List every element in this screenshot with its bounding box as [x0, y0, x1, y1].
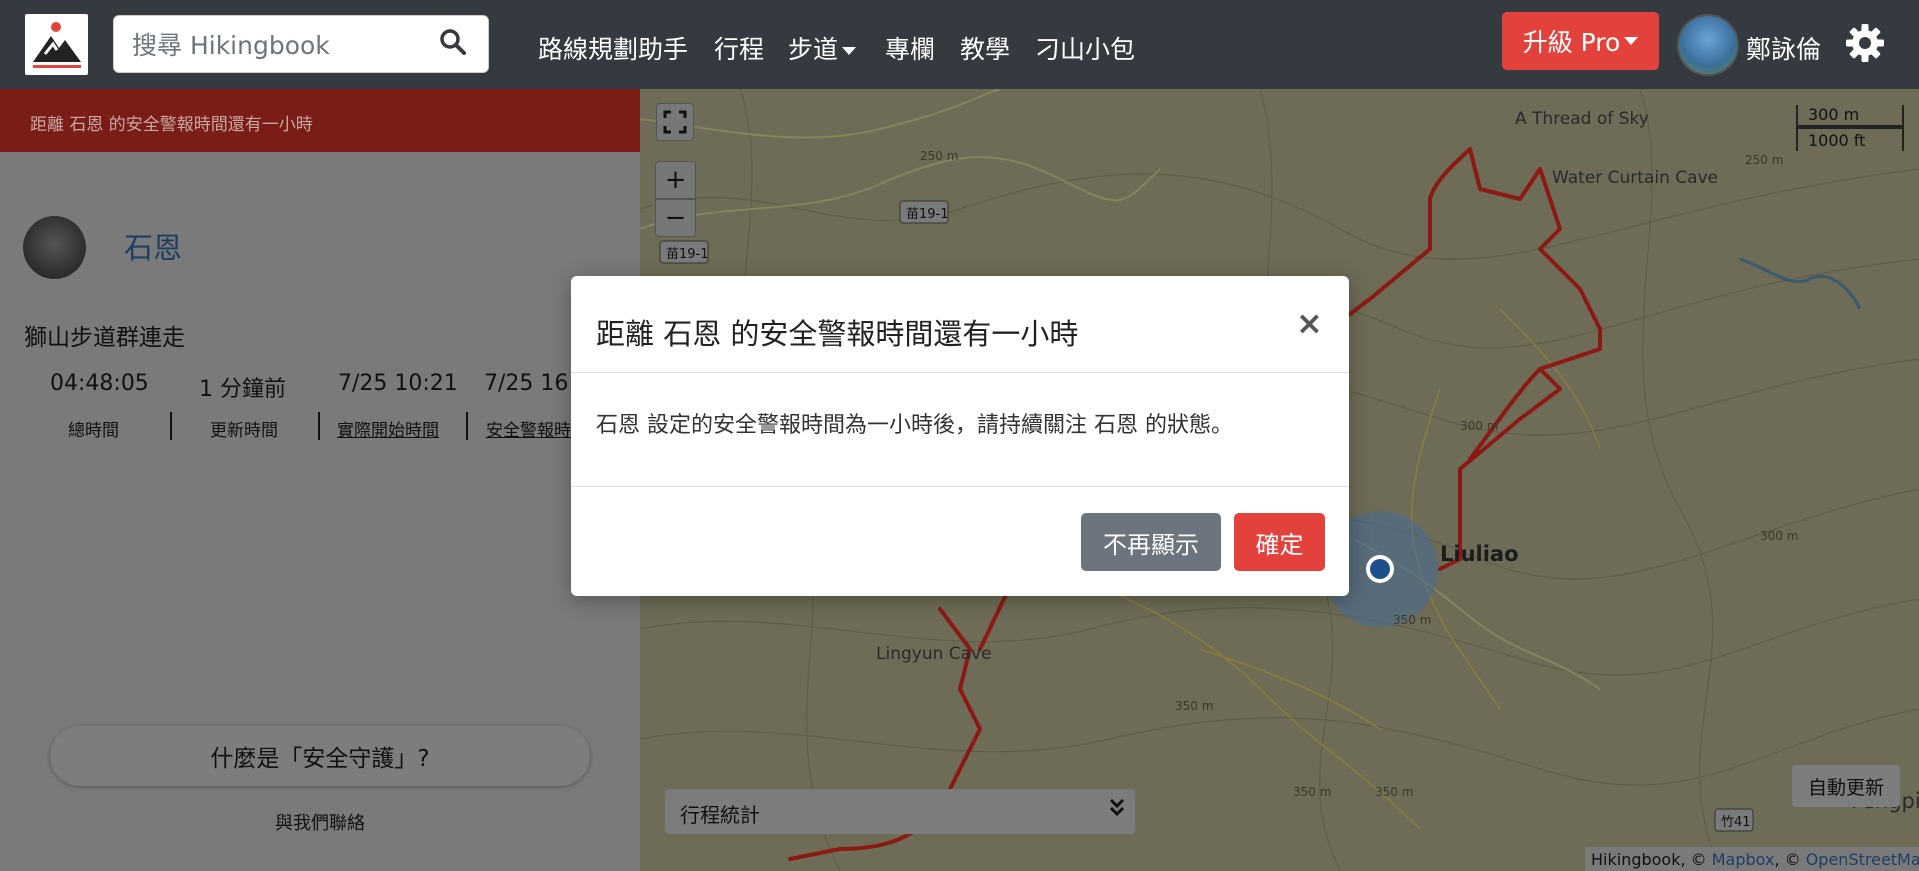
nav-route-planner[interactable]: 路線規劃助手: [538, 30, 688, 66]
modal-divider: [571, 372, 1349, 373]
fullscreen-button[interactable]: [656, 103, 694, 141]
guardian-panel: 距離 石恩 的安全警報時間還有一小時 石恩 獅山步道群連走 04:48:05 總…: [0, 89, 640, 871]
hikingbook-logo[interactable]: [25, 14, 88, 75]
dont-show-again-label: 不再顯示: [1103, 530, 1199, 559]
user-avatar[interactable]: [1677, 14, 1739, 76]
map-scale: 300 m 1000 ft: [1796, 103, 1904, 153]
contact-us-link[interactable]: 與我們聯絡: [0, 809, 640, 835]
stat-alert-label[interactable]: 安全警報時: [486, 416, 571, 441]
alert-text: 距離 石恩 的安全警報時間還有一小時: [30, 115, 313, 135]
search-icon[interactable]: [440, 29, 466, 55]
confirm-label: 確定: [1255, 530, 1304, 559]
auto-update-label: 自動更新: [1807, 776, 1884, 799]
trip-stats-label: 行程統計: [680, 803, 760, 827]
search-input[interactable]: [132, 30, 432, 60]
contour-label: 350 m: [1393, 613, 1432, 627]
hiker-name-link[interactable]: 石恩: [124, 225, 182, 267]
modal-title: 距離 石恩 的安全警報時間還有一小時: [596, 317, 1079, 351]
stat-divider: [466, 412, 468, 440]
poi-water-curtain-cave: Water Curtain Cave: [1552, 168, 1719, 188]
attribution-mid: , ©: [1774, 850, 1801, 869]
caret-down-icon: [1624, 37, 1639, 45]
contour-label: 250 m: [1745, 153, 1784, 167]
contour-label: 350 m: [1293, 785, 1332, 799]
stat-total-time-label: 總時間: [68, 421, 119, 441]
road-sign-miao19-1: 苗19-1: [906, 207, 949, 222]
zoom-in-button[interactable]: +: [655, 161, 696, 199]
contour-label: 250 m: [920, 149, 959, 163]
stat-alert-value: 7/25 16:: [484, 371, 576, 396]
hiker-avatar: [23, 216, 86, 279]
contour-label: 300 m: [1460, 419, 1499, 433]
modal-divider: [571, 486, 1349, 487]
poi-liuliao: Liuliao: [1440, 542, 1519, 566]
safety-alert-modal: 距離 石恩 的安全警報時間還有一小時 × 石恩 設定的安全警報時間為一小時後，請…: [571, 276, 1349, 596]
upgrade-pro-label: 升級 Pro: [1522, 28, 1621, 57]
nav-columns[interactable]: 專欄: [885, 30, 935, 66]
stat-start-label[interactable]: 實際開始時間: [337, 416, 439, 441]
nav-tutorials[interactable]: 教學: [960, 30, 1010, 66]
zoom-in-icon: +: [664, 165, 687, 195]
stat-total-time-value: 04:48:05: [50, 371, 149, 396]
top-navbar: 路線規劃助手 行程 步道 專欄 教學 刁山小包 升級 Pro 鄭詠倫: [0, 0, 1919, 89]
what-is-guardian-button[interactable]: 什麼是「安全守護」?: [50, 726, 590, 786]
openstreetmap-link[interactable]: OpenStreetMap: [1806, 850, 1919, 869]
user-name[interactable]: 鄭詠倫: [1746, 30, 1821, 66]
trip-stats-dropdown[interactable]: 行程統計: [665, 789, 1135, 834]
zoom-out-icon: −: [664, 203, 687, 233]
zoom-out-button[interactable]: −: [655, 199, 696, 237]
contour-label: 350 m: [1175, 699, 1214, 713]
road-sign-miao19-1-b: 苗19-1: [666, 247, 709, 262]
stat-start-value: 7/25 10:21: [338, 371, 458, 396]
faq-label: 什麼是「安全守護」?: [210, 746, 430, 772]
mapbox-link[interactable]: Mapbox: [1712, 850, 1775, 869]
gear-icon[interactable]: [1845, 23, 1885, 63]
confirm-button[interactable]: 確定: [1234, 513, 1325, 571]
auto-update-button[interactable]: 自動更新: [1792, 765, 1900, 807]
stat-updated-label: 更新時間: [210, 421, 278, 441]
nav-trails-dropdown[interactable]: 步道: [788, 30, 857, 66]
contour-label: 350 m: [1375, 785, 1414, 799]
search-box: [113, 15, 489, 73]
stat-divider: [170, 412, 172, 440]
trail-name: 獅山步道群連走: [24, 325, 185, 351]
dont-show-again-button[interactable]: 不再顯示: [1081, 513, 1221, 571]
scale-imperial: 1000 ft: [1796, 127, 1904, 151]
poi-lingyun-cave: Lingyun Cave: [876, 644, 992, 664]
stat-updated-value: 1 分鐘前: [199, 377, 286, 402]
map-attribution: Hikingbook, © Mapbox, © OpenStreetMap: [1585, 847, 1919, 871]
poi-thread-of-sky: A Thread of Sky: [1515, 109, 1649, 129]
stat-divider: [318, 412, 320, 440]
attribution-prefix: Hikingbook, ©: [1591, 850, 1707, 869]
scale-metric: 300 m: [1796, 105, 1904, 127]
fullscreen-icon: [663, 110, 687, 134]
modal-body-text: 石恩 設定的安全警報時間為一小時後，請持續關注 石恩 的狀態。: [596, 413, 1233, 438]
alert-banner: 距離 石恩 的安全警報時間還有一小時: [0, 89, 640, 152]
contour-label: 300 m: [1760, 529, 1799, 543]
caret-down-icon: [842, 47, 857, 55]
nav-diaoshan[interactable]: 刁山小包: [1035, 30, 1135, 66]
close-icon[interactable]: ×: [1296, 304, 1323, 342]
upgrade-pro-button[interactable]: 升級 Pro: [1502, 12, 1659, 70]
nav-trails-label: 步道: [788, 35, 839, 64]
chevron-double-down-icon: [1109, 797, 1125, 822]
road-sign-zhu41: 竹41: [1721, 815, 1751, 830]
nav-trips[interactable]: 行程: [714, 30, 764, 66]
